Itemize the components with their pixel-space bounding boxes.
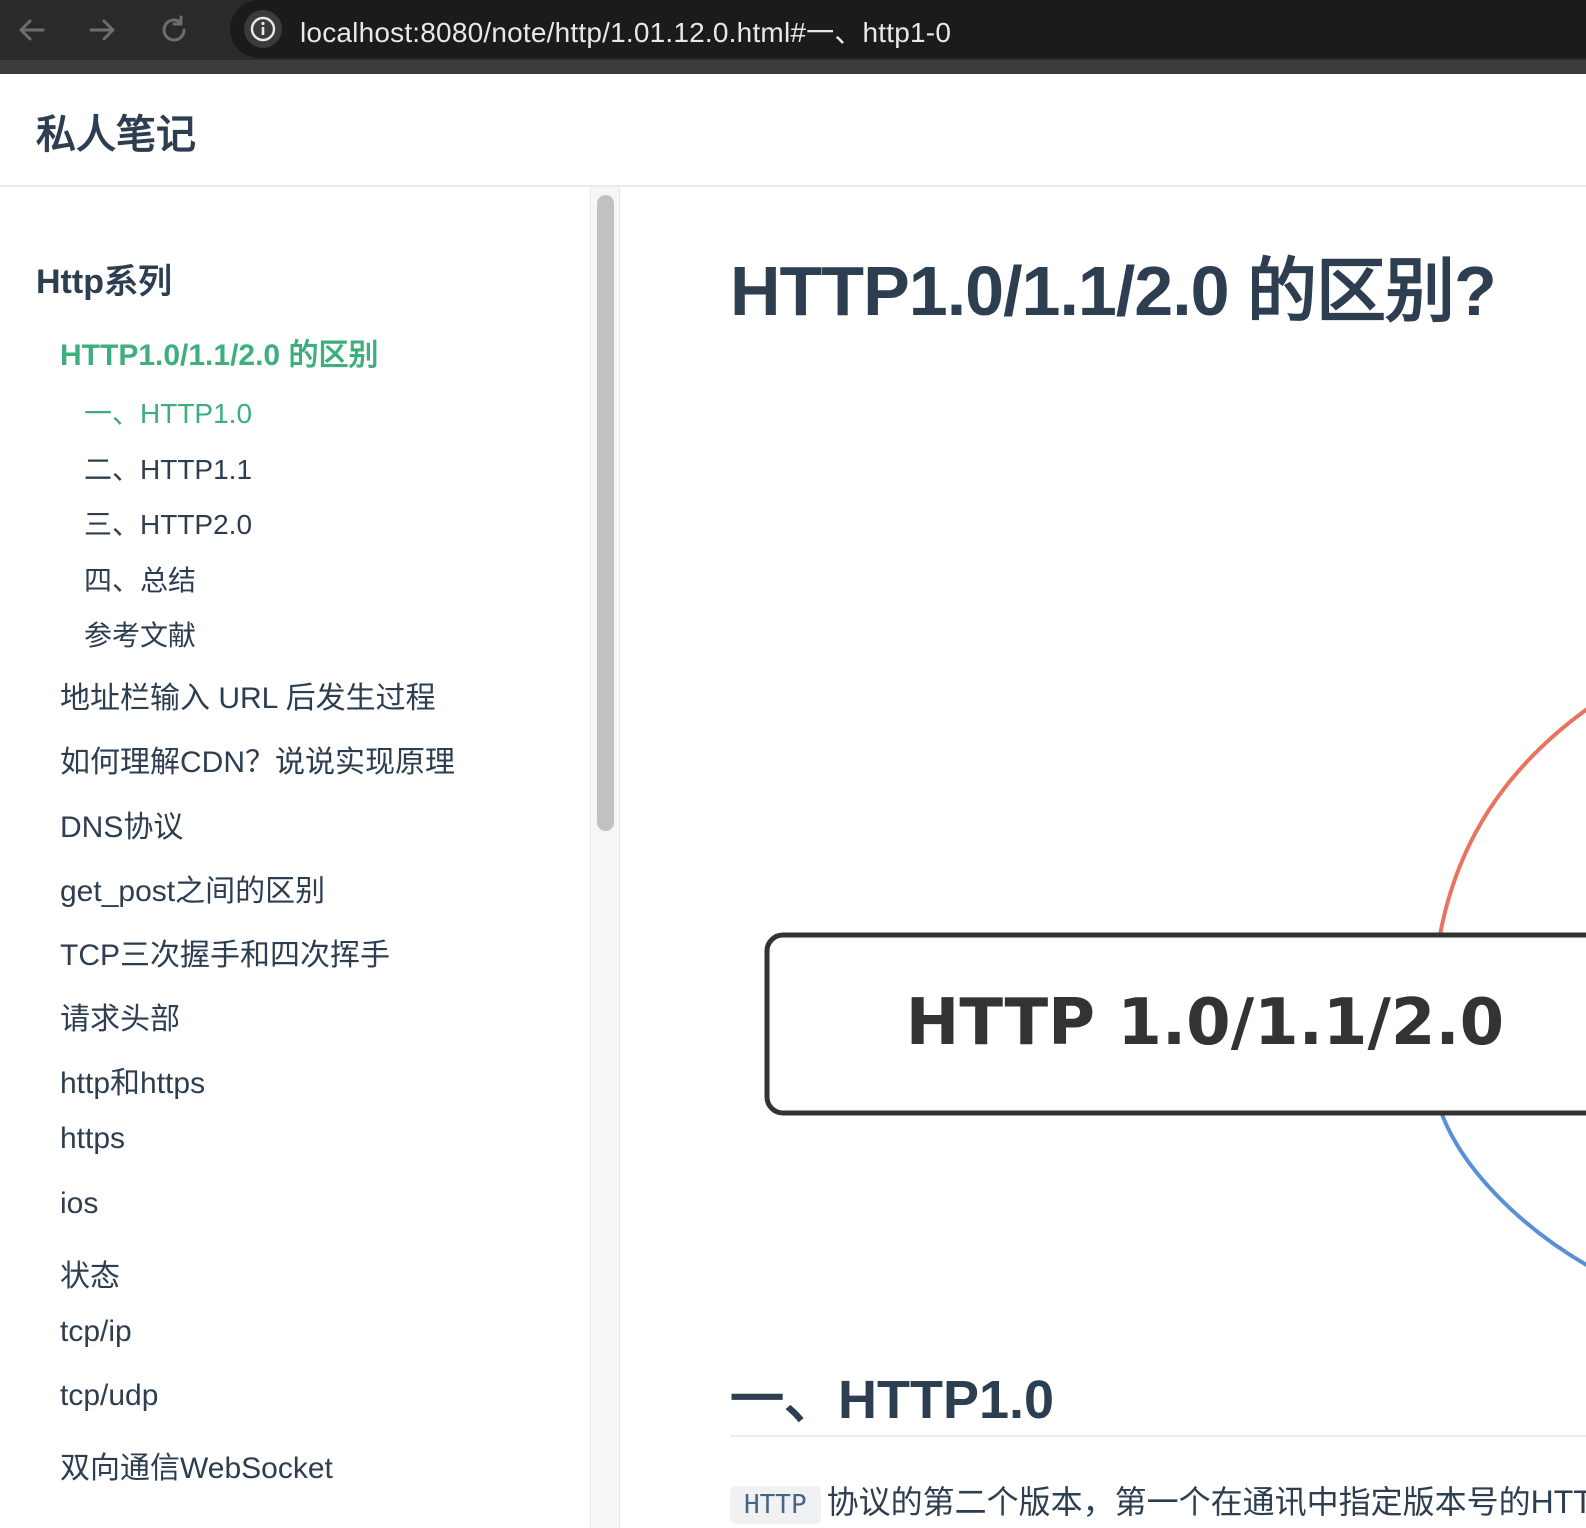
sidebar-group-title[interactable]: Http系列 bbox=[36, 254, 172, 303]
sidebar-item-dns[interactable]: DNS协议 bbox=[60, 802, 183, 846]
mindmap-diagram: HTTP 1.0/1.1/2.0 bbox=[764, 707, 1586, 1267]
sidebar-subitem-http2-0[interactable]: 三、HTTP2.0 bbox=[84, 503, 252, 543]
sidebar-item-websocket[interactable]: 双向通信WebSocket bbox=[60, 1443, 333, 1487]
sidebar-subitem-references[interactable]: 参考文献 bbox=[84, 614, 196, 654]
sidebar-item-cdn[interactable]: 如何理解CDN？说说实现原理 bbox=[60, 737, 455, 781]
forward-button[interactable] bbox=[76, 4, 128, 56]
scrollbar-thumb[interactable] bbox=[597, 195, 614, 831]
sidebar-item-status[interactable]: 状态 bbox=[60, 1251, 120, 1295]
back-button[interactable] bbox=[6, 4, 58, 56]
heading-divider bbox=[730, 1435, 1586, 1437]
reload-button[interactable] bbox=[148, 4, 200, 56]
toolbar-divider bbox=[0, 60, 1586, 74]
sidebar-item-url-process[interactable]: 地址栏输入 URL 后发生过程 bbox=[60, 673, 436, 717]
sidebar-scrollbar[interactable] bbox=[590, 187, 620, 1528]
main-content: HTTP1.0/1.1/2.0 的区别? HTTP 1.0/1.1/2.0 一、… bbox=[620, 187, 1586, 1528]
sidebar-item-get-post[interactable]: get_post之间的区别 bbox=[60, 866, 325, 910]
site-navbar: 私人笔记 bbox=[0, 74, 1586, 187]
site-title[interactable]: 私人笔记 bbox=[36, 102, 196, 160]
url-text[interactable]: localhost:8080/note/http/1.01.12.0.html#… bbox=[300, 11, 951, 51]
reload-icon bbox=[162, 15, 186, 42]
sidebar-item-active-page[interactable]: HTTP1.0/1.1/2.0 的区别 bbox=[60, 330, 378, 374]
browser-toolbar: localhost:8080/note/http/1.01.12.0.html#… bbox=[0, 0, 1586, 60]
forward-icon bbox=[89, 19, 115, 41]
paragraph-text: 协议的第二个版本，第一个在通讯中指定版本号的HTTP bbox=[826, 1484, 1586, 1520]
inline-code: HTTP bbox=[730, 1485, 821, 1524]
back-icon bbox=[19, 19, 45, 41]
sidebar-item-tcp-ip[interactable]: tcp/ip bbox=[60, 1315, 132, 1349]
sidebar-item-ios[interactable]: ios bbox=[60, 1187, 98, 1221]
sidebar-item-request-headers[interactable]: 请求头部 bbox=[60, 994, 180, 1038]
sidebar-item-https[interactable]: https bbox=[60, 1122, 125, 1156]
sidebar-item-tcp-handshake[interactable]: TCP三次握手和四次挥手 bbox=[60, 930, 390, 974]
sidebar-subitem-http1-1[interactable]: 二、HTTP1.1 bbox=[84, 448, 252, 488]
sidebar-item-http-https[interactable]: http和https bbox=[60, 1058, 205, 1102]
sidebar-subitem-summary[interactable]: 四、总结 bbox=[84, 559, 196, 599]
mindmap-root-label: HTTP 1.0/1.1/2.0 bbox=[906, 986, 1504, 1060]
sidebar-item-tcp-udp[interactable]: tcp/udp bbox=[60, 1379, 158, 1413]
sidebar-subitem-http1-0[interactable]: 一、HTTP1.0 bbox=[84, 392, 252, 432]
section-heading: 一、HTTP1.0 bbox=[730, 1370, 1055, 1430]
page-title: HTTP1.0/1.1/2.0 的区别? bbox=[730, 252, 1497, 330]
info-icon[interactable] bbox=[244, 10, 282, 48]
address-bar[interactable]: localhost:8080/note/http/1.01.12.0.html#… bbox=[230, 0, 1586, 58]
section-paragraph: HTTP 协议的第二个版本，第一个在通讯中指定版本号的HTTP bbox=[730, 1477, 1586, 1524]
